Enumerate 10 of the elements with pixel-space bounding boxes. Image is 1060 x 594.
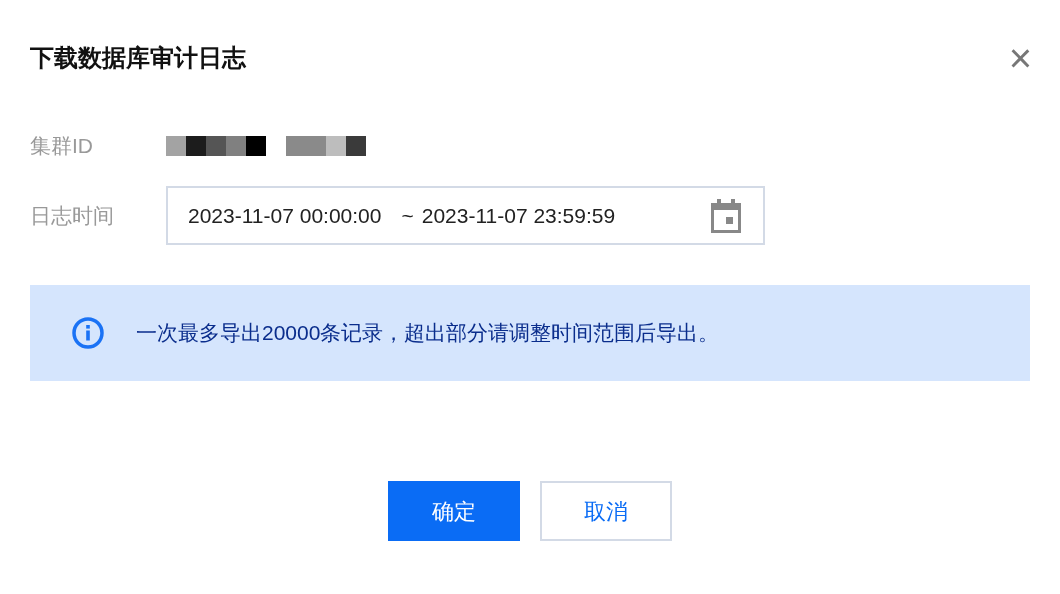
info-icon [72,317,104,349]
calendar-icon [711,198,741,233]
field-label: 集群ID [30,133,94,160]
close-button[interactable]: × [1008,38,1032,78]
dialog-title: 下载数据库审计日志 [30,43,246,73]
notice-text: 一次最多导出20000条记录，超出部分请调整时间范围后导出。 [136,320,720,347]
field-label: 日志时间 [30,202,115,229]
cancel-button[interactable]: 取消 [540,481,672,541]
date-range-field[interactable]: 2023-11-07 00:00:00 ~ 2023-11-07 23:59:59 [166,186,765,245]
confirm-button[interactable]: 确定 [388,481,520,541]
